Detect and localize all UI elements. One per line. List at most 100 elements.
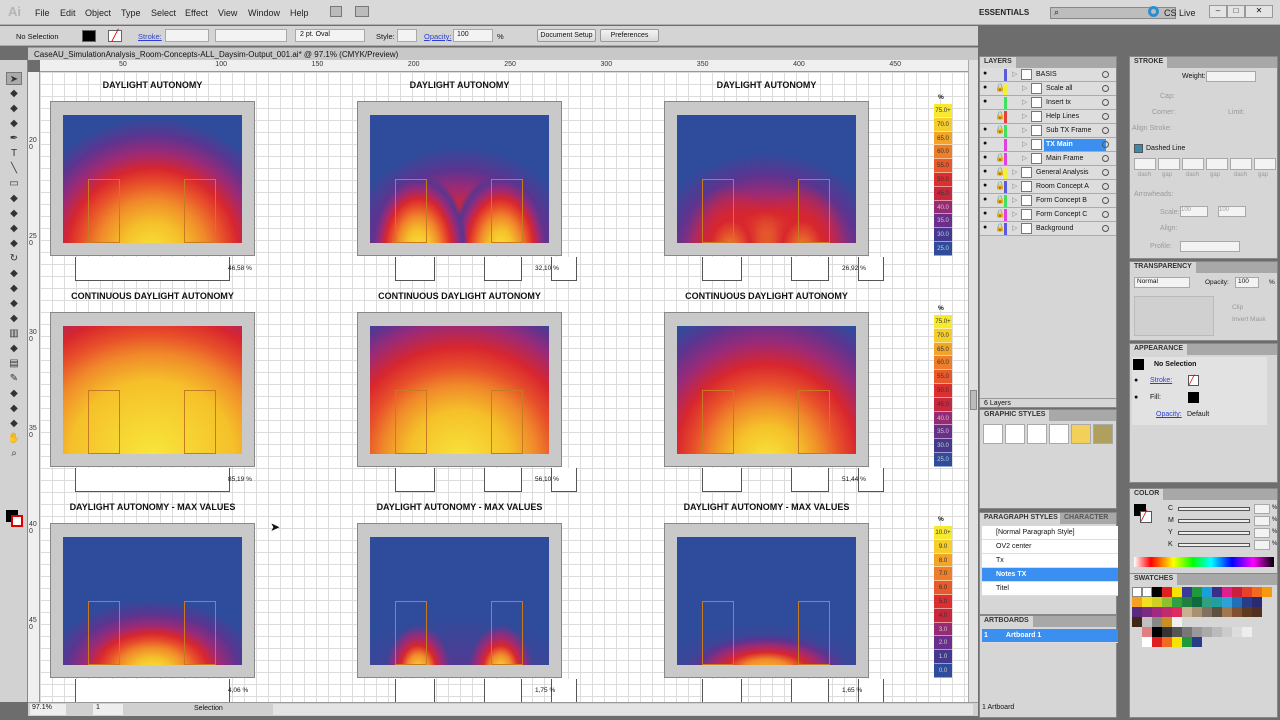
- menu-type[interactable]: Type: [121, 8, 141, 18]
- graphic-style-swatch[interactable]: [1049, 424, 1069, 444]
- lasso-tool-icon[interactable]: ◆: [6, 117, 22, 130]
- color-swatch[interactable]: [1162, 637, 1172, 647]
- color-swatch[interactable]: [1132, 597, 1142, 607]
- free-transform-tool-icon[interactable]: ◆: [6, 297, 22, 310]
- opacity-input[interactable]: 100: [1235, 277, 1259, 288]
- color-swatch[interactable]: [1182, 597, 1192, 607]
- eye-icon[interactable]: ●: [983, 126, 987, 133]
- color-swatch[interactable]: [1222, 587, 1232, 597]
- artboard-canvas[interactable]: DAYLIGHT AUTONOMY 46,58 % DAYLIGHT AUTONOM…: [40, 72, 968, 702]
- eye-icon[interactable]: ●: [1134, 394, 1138, 401]
- maximize-button[interactable]: □: [1227, 5, 1245, 18]
- color-swatch[interactable]: [1162, 607, 1172, 617]
- dashed-line-checkbox[interactable]: [1134, 144, 1143, 153]
- menu-object[interactable]: Object: [85, 8, 111, 18]
- color-swatch[interactable]: [1142, 607, 1152, 617]
- pencil-tool-icon[interactable]: ◆: [6, 207, 22, 220]
- channel-input[interactable]: [1254, 516, 1270, 526]
- channel-slider[interactable]: [1178, 507, 1250, 511]
- paragraph-style-item[interactable]: OV2 center: [982, 540, 1118, 554]
- layer-row[interactable]: ● ▷ BASIS: [980, 68, 1116, 82]
- menu-effect[interactable]: Effect: [185, 8, 208, 18]
- minimize-button[interactable]: –: [1209, 5, 1227, 18]
- color-tab[interactable]: COLOR: [1130, 489, 1164, 500]
- menu-help[interactable]: Help: [290, 8, 309, 18]
- color-swatch[interactable]: [1142, 637, 1152, 647]
- target-icon[interactable]: [1102, 169, 1109, 176]
- color-swatch[interactable]: [1222, 627, 1232, 637]
- graphic-style-swatch[interactable]: [1071, 424, 1091, 444]
- color-swatch[interactable]: [1152, 617, 1162, 627]
- stroke-weight-field[interactable]: [165, 29, 209, 42]
- color-swatch[interactable]: [1192, 637, 1202, 647]
- live-paint-tool-icon[interactable]: ◆: [6, 402, 22, 415]
- preferences-button[interactable]: Preferences: [600, 29, 659, 42]
- expand-triangle-icon[interactable]: ▷: [1022, 98, 1027, 106]
- none-swatch[interactable]: [1132, 587, 1142, 597]
- invert-mask-checkbox[interactable]: Invert Mask: [1232, 316, 1266, 323]
- expand-triangle-icon[interactable]: ▷: [1012, 224, 1017, 232]
- opacity-field[interactable]: 100: [453, 29, 493, 42]
- layer-row[interactable]: ● 🔒 ▷ Background: [980, 222, 1116, 236]
- layer-row[interactable]: ● 🔒 ▷ General Analysis: [980, 166, 1116, 180]
- paragraph-style-item[interactable]: Notes TX: [982, 568, 1118, 582]
- layer-row[interactable]: ● 🔒 ▷ Scale all: [980, 82, 1116, 96]
- color-swatch[interactable]: [1182, 637, 1192, 647]
- eye-icon[interactable]: ●: [983, 84, 987, 91]
- stroke-color-box[interactable]: ╱: [1140, 511, 1152, 523]
- stroke-label[interactable]: Stroke:: [138, 32, 162, 41]
- eraser-tool-icon[interactable]: ◆: [6, 237, 22, 250]
- profile-select[interactable]: [1180, 241, 1240, 252]
- dash-field[interactable]: [1230, 158, 1252, 170]
- brush-definition-field[interactable]: 2 pt. Oval: [295, 29, 365, 42]
- color-swatch[interactable]: [1252, 587, 1262, 597]
- color-swatch[interactable]: [1232, 627, 1242, 637]
- stroke-tab[interactable]: STROKE: [1130, 57, 1168, 68]
- graph-tool-icon[interactable]: ▥: [6, 327, 22, 340]
- target-icon[interactable]: [1102, 197, 1109, 204]
- fill-swatch[interactable]: [82, 30, 96, 42]
- swatches-tab[interactable]: SWATCHES: [1130, 574, 1178, 585]
- direct-selection-tool-icon[interactable]: ◆: [6, 87, 22, 100]
- color-swatch[interactable]: [1152, 607, 1162, 617]
- color-swatch[interactable]: [1162, 587, 1172, 597]
- eye-icon[interactable]: ●: [983, 98, 987, 105]
- current-tool-status[interactable]: Selection: [194, 705, 223, 712]
- eye-icon[interactable]: ●: [983, 182, 987, 189]
- paragraph-style-item[interactable]: [Normal Paragraph Style]: [982, 526, 1118, 540]
- stroke-weight-input[interactable]: [1206, 71, 1256, 82]
- selection-tool-icon[interactable]: ➤: [6, 72, 22, 85]
- artboard-navigation[interactable]: 1: [93, 704, 123, 715]
- menu-file[interactable]: File: [35, 8, 50, 18]
- color-swatch[interactable]: [1252, 597, 1262, 607]
- scroll-thumb[interactable]: [970, 390, 977, 410]
- channel-input[interactable]: [1254, 528, 1270, 538]
- stroke-attribute[interactable]: Stroke:: [1150, 377, 1172, 384]
- opacity-attribute[interactable]: Opacity:: [1156, 411, 1182, 418]
- eyedropper-tool-icon[interactable]: ✎: [6, 372, 22, 385]
- channel-input[interactable]: [1254, 540, 1270, 550]
- color-swatch[interactable]: [1202, 627, 1212, 637]
- color-swatch[interactable]: [1242, 587, 1252, 597]
- color-swatch[interactable]: [1202, 597, 1212, 607]
- color-swatch[interactable]: [1192, 607, 1202, 617]
- color-swatch[interactable]: [1182, 627, 1192, 637]
- color-swatch[interactable]: [1132, 607, 1142, 617]
- color-swatch[interactable]: [1142, 617, 1152, 627]
- color-swatch[interactable]: [1262, 587, 1272, 597]
- dash-field[interactable]: [1254, 158, 1276, 170]
- workspace-switcher[interactable]: ESSENTIALS: [979, 8, 1029, 17]
- color-swatch[interactable]: [1142, 627, 1152, 637]
- target-icon[interactable]: [1102, 99, 1109, 106]
- gradient-tool-icon[interactable]: ▤: [6, 357, 22, 370]
- slice-tool-icon[interactable]: ◆: [6, 417, 22, 430]
- color-swatch[interactable]: [1222, 607, 1232, 617]
- color-swatch[interactable]: [1242, 607, 1252, 617]
- arrow-scale-end[interactable]: 100: [1218, 206, 1246, 217]
- artboards-tab[interactable]: ARTBOARDS: [980, 616, 1033, 627]
- color-swatch[interactable]: [1172, 637, 1182, 647]
- expand-triangle-icon[interactable]: ▷: [1022, 84, 1027, 92]
- color-swatch[interactable]: [1162, 627, 1172, 637]
- eye-icon[interactable]: ●: [983, 196, 987, 203]
- color-swatch[interactable]: [1172, 617, 1182, 627]
